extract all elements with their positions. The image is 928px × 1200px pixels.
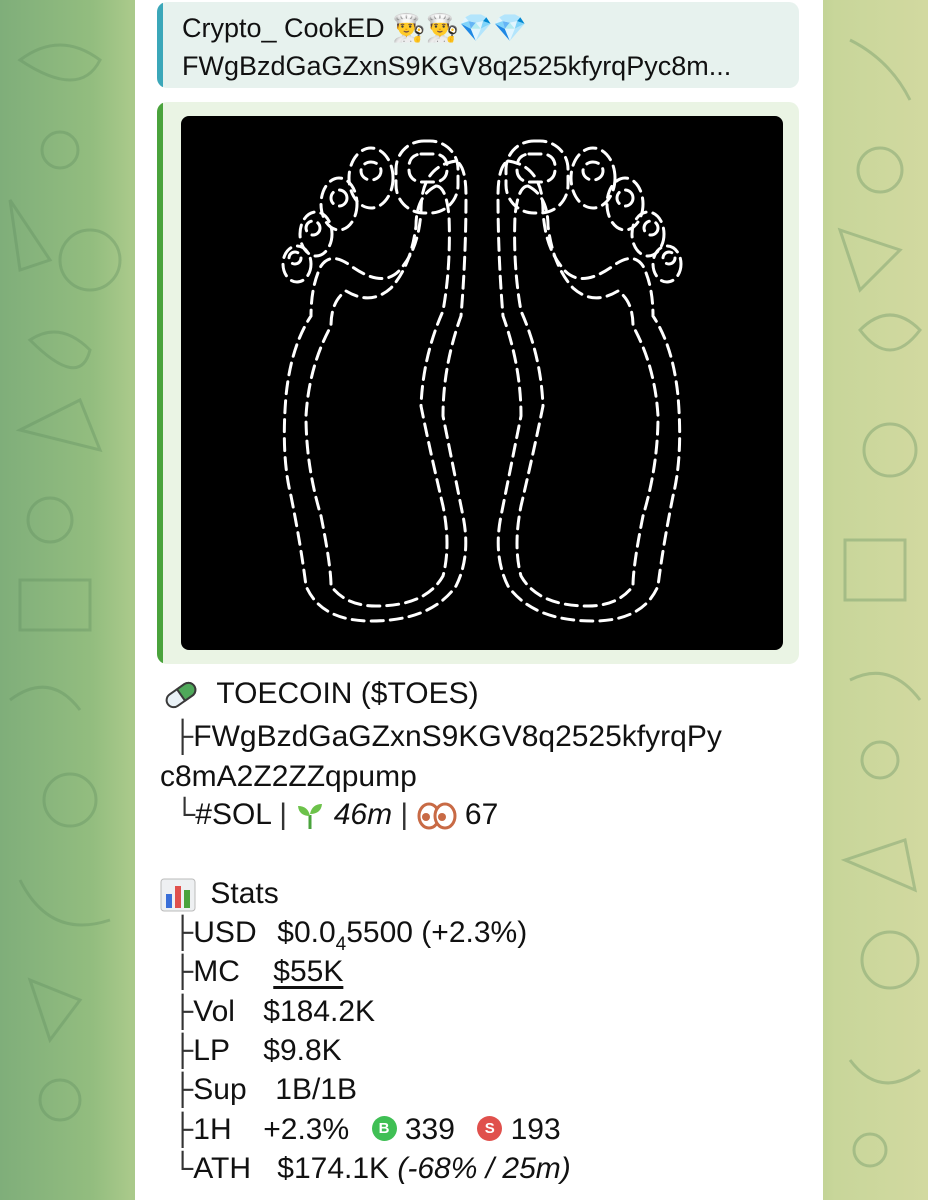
stat-lp: ├LP $9.8K — [172, 1034, 342, 1068]
h1-change: +2.3% — [263, 1113, 350, 1146]
token-meta-line: └#SOL | 46m | 67 — [174, 798, 498, 832]
chain-hashtag[interactable]: #SOL — [195, 798, 271, 831]
token-address-part2[interactable]: c8mA2Z2ZZqpump — [160, 760, 417, 793]
stat-ath: └ATH $174.1K (-68% / 25m) — [172, 1152, 571, 1186]
mc-value-link[interactable]: $55K — [273, 955, 343, 988]
pill-icon — [165, 681, 197, 709]
stat-supply: ├Sup 1B/1B — [172, 1073, 357, 1107]
tree-end: └ — [174, 798, 196, 831]
h1-label: 1H — [193, 1113, 232, 1146]
token-name-line: TOECOIN ($TOES) — [162, 677, 479, 711]
tree-branch: ├ — [172, 1113, 194, 1146]
media-accent-bar — [157, 102, 163, 664]
token-address-line2[interactable]: c8mA2Z2ZZqpump — [160, 760, 417, 794]
ath-label: ATH — [193, 1152, 252, 1185]
tree-branch: ├ — [172, 1073, 194, 1106]
sell-count: 193 — [510, 1113, 561, 1146]
stat-mc: ├MC $55K — [172, 955, 343, 989]
mc-label: MC — [193, 955, 240, 988]
reply-preview[interactable]: Crypto_ CookED 👨‍🍳👨‍🍳💎💎 FWgBzdGaGZxnS9KG… — [157, 2, 799, 88]
separator: | — [279, 798, 288, 831]
token-image[interactable] — [181, 116, 783, 650]
tree-end: └ — [172, 1152, 194, 1185]
buy-count: 339 — [404, 1113, 455, 1146]
eyes-icon — [417, 802, 457, 830]
sup-label: Sup — [193, 1073, 247, 1106]
tree-branch: ├ — [172, 1034, 194, 1067]
reply-accent-bar — [157, 2, 163, 88]
watchers-count: 67 — [464, 798, 499, 831]
reply-title: Crypto_ CookED — [182, 13, 385, 43]
tree-branch: ├ — [172, 995, 194, 1028]
ath-detail: (-68% / 25m) — [397, 1152, 571, 1185]
token-age: 46m — [333, 798, 393, 831]
stat-1h: ├1H +2.3% B 339 S 193 — [172, 1113, 561, 1147]
reply-preview-text: FWgBzdGaGZxnS9KGV8q2525kfyrqPyc8m... — [182, 51, 732, 81]
usd-price-prefix: $0.0 — [277, 916, 336, 949]
tree-branch: ├ — [172, 955, 194, 988]
lp-value: $9.8K — [263, 1034, 342, 1067]
sell-badge-icon: S — [477, 1115, 503, 1141]
link-preview-card[interactable] — [157, 102, 799, 664]
token-address-part1[interactable]: FWgBzdGaGZxnS9KGV8q2525kfyrqPy — [193, 720, 722, 753]
buy-badge-icon: B — [371, 1115, 397, 1141]
stats-title: Stats — [210, 877, 279, 910]
feet-outline-icon — [281, 139, 683, 623]
sup-value: 1B/1B — [275, 1073, 357, 1106]
separator-2: | — [400, 798, 409, 831]
usd-price-rest: 5500 (+2.3%) — [346, 916, 528, 949]
stat-usd: ├USD $0.045500 (+2.3%) — [172, 916, 528, 955]
tree-branch: ├ — [172, 916, 194, 949]
tree-branch: ├ — [172, 720, 194, 753]
ath-value: $174.1K — [277, 1152, 390, 1185]
bar-chart-icon — [160, 878, 196, 912]
stats-heading: Stats — [160, 877, 279, 912]
vol-label: Vol — [193, 995, 235, 1028]
chef-diamond-emoji: 👨‍🍳👨‍🍳💎💎 — [392, 13, 527, 43]
stat-vol: ├Vol $184.2K — [172, 995, 375, 1029]
seedling-icon — [298, 804, 323, 830]
usd-label: USD — [193, 916, 257, 949]
token-name: TOECOIN ($TOES) — [216, 677, 479, 710]
lp-label: LP — [193, 1034, 230, 1067]
token-address-line[interactable]: ├FWgBzdGaGZxnS9KGV8q2525kfyrqPy — [172, 720, 722, 754]
vol-value: $184.2K — [263, 995, 376, 1028]
usd-price-zeros: 4 — [335, 934, 347, 955]
